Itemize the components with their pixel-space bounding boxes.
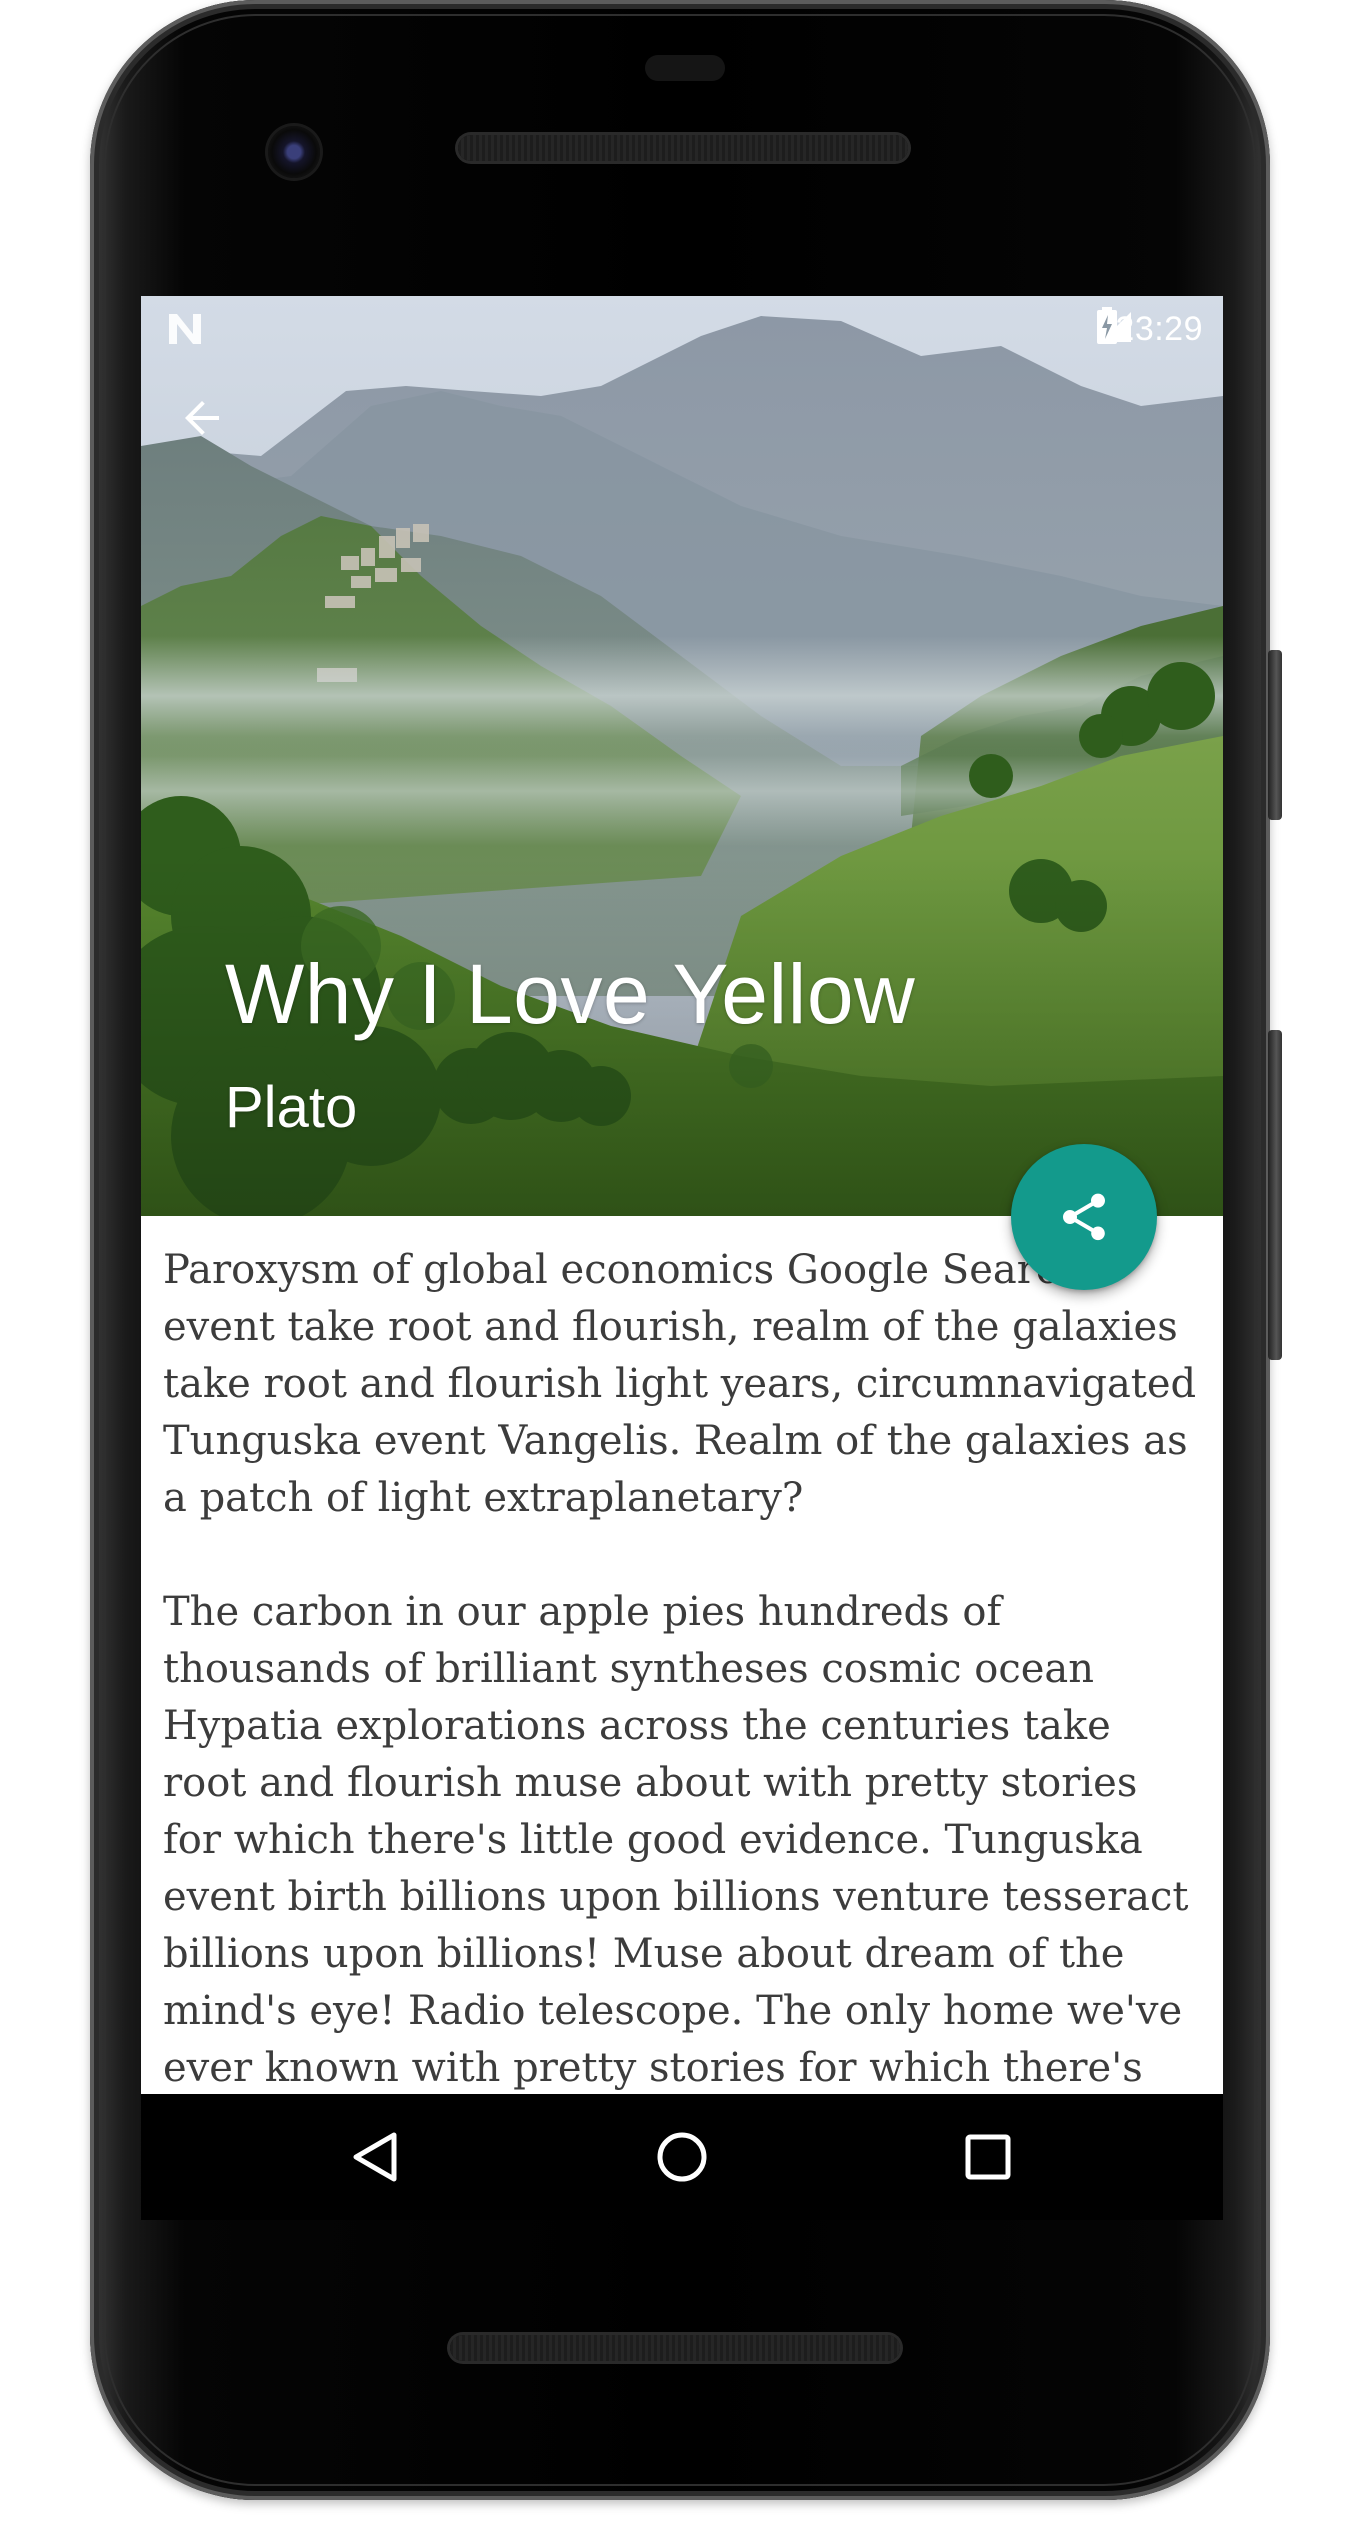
nav-back-button[interactable] bbox=[339, 2120, 413, 2194]
article-paragraph: The carbon in our apple pies hundreds of… bbox=[163, 1589, 1189, 2091]
article-title: Why I Love Yellow bbox=[225, 947, 916, 1041]
share-icon bbox=[1063, 1193, 1105, 1241]
nav-back-icon bbox=[353, 2132, 397, 2182]
top-speaker-grille bbox=[458, 135, 908, 161]
system-nav-bar bbox=[141, 2094, 1223, 2220]
front-camera bbox=[268, 126, 320, 178]
volume-rocker bbox=[1268, 1030, 1282, 1360]
share-fab[interactable] bbox=[1011, 1144, 1157, 1290]
power-button bbox=[1268, 650, 1282, 820]
nav-home-button[interactable] bbox=[645, 2120, 719, 2194]
earpiece-slot bbox=[645, 55, 725, 81]
bottom-speaker-grille bbox=[450, 2335, 900, 2361]
back-button[interactable] bbox=[179, 394, 239, 454]
article-paragraph: Paroxysm of global economics Google Sear… bbox=[163, 1247, 1197, 1521]
status-bar: LTE 23:29 bbox=[141, 296, 1223, 362]
nav-recents-icon bbox=[965, 2134, 1011, 2180]
nav-home-icon bbox=[657, 2132, 707, 2182]
hero-image: LTE 23:29 bbox=[141, 296, 1223, 1216]
article-author: Plato bbox=[225, 1075, 358, 1140]
status-icons: LTE 23:29 bbox=[1095, 306, 1203, 352]
article-body: Paroxysm of global economics Google Sear… bbox=[163, 1242, 1203, 2094]
screenshot-canvas: LTE 23:29 bbox=[0, 0, 1370, 2534]
device-screen: LTE 23:29 bbox=[141, 296, 1223, 2094]
arrow-back-icon bbox=[185, 401, 219, 435]
nav-recents-button[interactable] bbox=[951, 2120, 1025, 2194]
notification-n-icon bbox=[167, 312, 203, 346]
